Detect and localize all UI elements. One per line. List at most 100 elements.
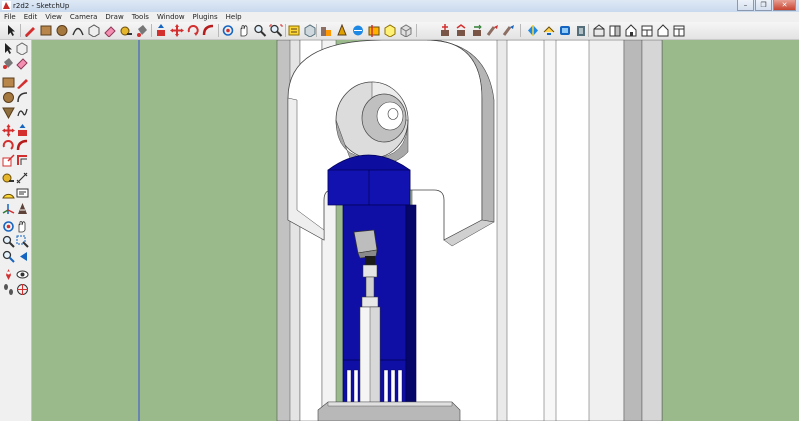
top-view-icon[interactable] xyxy=(438,24,452,37)
polygon-tool-icon[interactable] xyxy=(2,106,15,119)
zoom-tool-icon[interactable] xyxy=(2,235,15,248)
menu-draw[interactable]: Draw xyxy=(101,12,127,22)
zoom-extents-icon[interactable] xyxy=(269,24,283,37)
sketchup-app-icon xyxy=(2,1,11,10)
axes-tool-icon[interactable] xyxy=(2,202,15,215)
toolbar-separator xyxy=(151,24,152,37)
toolbar-separator xyxy=(416,24,417,37)
make-component-icon[interactable] xyxy=(87,24,101,37)
push-pull-icon[interactable] xyxy=(154,24,168,37)
large-tool-set xyxy=(0,40,32,421)
left-view-icon[interactable] xyxy=(502,24,516,37)
toolbar-separator xyxy=(316,24,317,37)
house-icon[interactable] xyxy=(574,24,588,37)
paint-bucket-tool-icon[interactable] xyxy=(2,57,15,70)
text-tool-icon[interactable] xyxy=(16,187,29,200)
model-canvas[interactable] xyxy=(32,40,799,421)
zoom-window-tool-icon[interactable] xyxy=(16,235,29,248)
pencil-line-icon[interactable] xyxy=(23,24,37,37)
zoom-extents-tool-icon[interactable] xyxy=(2,250,15,263)
toolbar-separator xyxy=(218,24,219,37)
rectangle-tool-icon[interactable] xyxy=(2,76,15,89)
pan-tool-icon[interactable] xyxy=(16,220,29,233)
iso-view-icon[interactable] xyxy=(399,24,413,37)
arc-tool-icon[interactable] xyxy=(16,91,29,104)
menu-plugins[interactable]: Plugins xyxy=(189,12,222,22)
pan-icon[interactable] xyxy=(237,24,251,37)
share-model-icon[interactable] xyxy=(303,24,317,37)
back-view-icon[interactable] xyxy=(486,24,500,37)
paint-bucket-icon[interactable] xyxy=(135,24,149,37)
select-icon[interactable] xyxy=(4,24,18,37)
previous-view-tool-icon[interactable] xyxy=(16,250,29,263)
3d-text-icon[interactable] xyxy=(319,24,333,37)
scale-tool-icon[interactable] xyxy=(2,154,15,167)
dimension-tool-icon[interactable] xyxy=(16,172,29,185)
shadows-icon[interactable] xyxy=(526,24,540,37)
eraser-icon[interactable] xyxy=(103,24,117,37)
toolbar-separator xyxy=(285,24,286,37)
circle-icon[interactable] xyxy=(55,24,69,37)
minimize-button[interactable]: – xyxy=(737,0,754,11)
monochrome-icon[interactable] xyxy=(656,24,670,37)
tape-measure-tool-icon[interactable] xyxy=(2,172,15,185)
xray-icon[interactable] xyxy=(351,24,365,37)
hidden-line-icon[interactable] xyxy=(608,24,622,37)
component-icon[interactable] xyxy=(383,24,397,37)
push-pull-tool-icon[interactable] xyxy=(16,124,29,137)
right-view-icon[interactable] xyxy=(470,24,484,37)
section-plane-tool-icon[interactable] xyxy=(16,283,29,296)
menu-help[interactable]: Help xyxy=(222,12,246,22)
menu-window[interactable]: Window xyxy=(153,12,189,22)
layers-icon[interactable] xyxy=(558,24,572,37)
menu-edit[interactable]: Edit xyxy=(20,12,42,22)
window-title: r2d2 - SketchUp xyxy=(13,2,70,10)
menu-camera[interactable]: Camera xyxy=(66,12,101,22)
rotate-icon[interactable] xyxy=(186,24,200,37)
orbit-tool-icon[interactable] xyxy=(2,220,15,233)
orbit-icon[interactable] xyxy=(221,24,235,37)
textured-icon[interactable] xyxy=(640,24,654,37)
front-view-icon[interactable] xyxy=(454,24,468,37)
component-box-icon[interactable] xyxy=(672,24,686,37)
section-plane-icon[interactable] xyxy=(367,24,381,37)
look-around-tool-icon[interactable] xyxy=(16,268,29,281)
eraser-tool-icon[interactable] xyxy=(16,57,29,70)
drawing-viewport[interactable] xyxy=(32,40,799,421)
shaded-icon[interactable] xyxy=(624,24,638,37)
menu-file[interactable]: File xyxy=(0,12,20,22)
zoom-icon[interactable] xyxy=(253,24,267,37)
protractor-tool-icon[interactable] xyxy=(2,187,15,200)
follow-me-tool-icon[interactable] xyxy=(16,139,29,152)
freehand-tool-icon[interactable] xyxy=(16,106,29,119)
maximize-button[interactable]: ❐ xyxy=(755,0,772,11)
menu-bar: File Edit View Camera Draw Tools Window … xyxy=(0,12,799,22)
move-icon[interactable] xyxy=(170,24,184,37)
toolbar-separator xyxy=(520,24,521,37)
droid-foot-base xyxy=(317,401,461,421)
styles-icon[interactable] xyxy=(335,24,349,37)
position-camera-tool-icon[interactable] xyxy=(2,268,15,281)
fog-icon[interactable] xyxy=(542,24,556,37)
menu-view[interactable]: View xyxy=(41,12,66,22)
offset-tool-icon[interactable] xyxy=(16,154,29,167)
tape-measure-icon[interactable] xyxy=(119,24,133,37)
line-tool-icon[interactable] xyxy=(16,76,29,89)
get-models-icon[interactable] xyxy=(287,24,301,37)
move-tool-icon[interactable] xyxy=(2,124,15,137)
title-bar: r2d2 - SketchUp – ❐ ✕ xyxy=(0,0,799,12)
circle-tool-icon[interactable] xyxy=(2,91,15,104)
menu-tools[interactable]: Tools xyxy=(128,12,153,22)
rectangle-icon[interactable] xyxy=(39,24,53,37)
walk-tool-icon[interactable] xyxy=(2,283,15,296)
arc-icon[interactable] xyxy=(71,24,85,37)
3d-text-tool-icon[interactable] xyxy=(16,202,29,215)
toolbar-separator xyxy=(20,24,21,37)
follow-me-icon[interactable] xyxy=(202,24,216,37)
close-button[interactable]: ✕ xyxy=(773,0,796,11)
main-toolbar xyxy=(0,22,799,40)
wireframe-icon[interactable] xyxy=(592,24,606,37)
rotate-tool-icon[interactable] xyxy=(2,139,15,152)
select-tool-icon[interactable] xyxy=(2,42,15,55)
component-tool-icon[interactable] xyxy=(16,42,29,55)
